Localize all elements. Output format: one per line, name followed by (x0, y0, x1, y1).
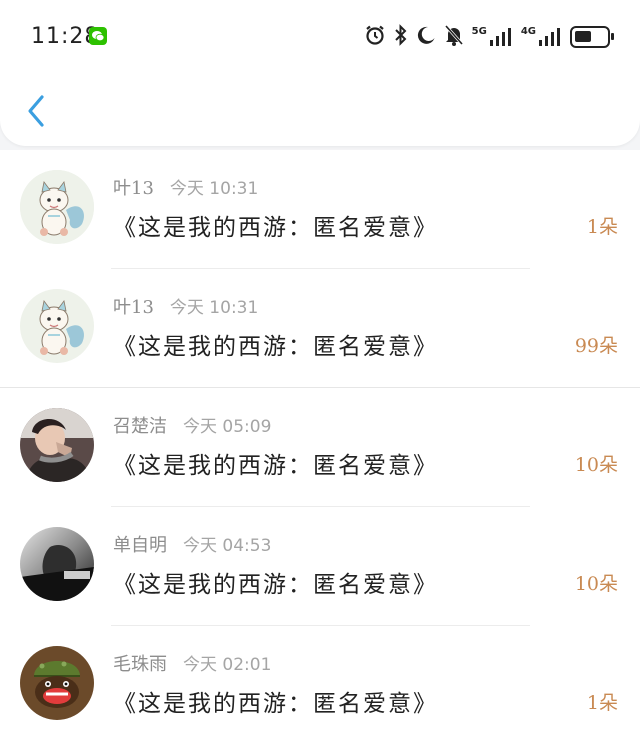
top-header-card: 11:28 5G 4G (0, 0, 640, 146)
sender-name: 单自明 (113, 535, 167, 556)
network-4g-label: 4G (520, 26, 536, 37)
sender-line: 单自明 今天 04:53 (113, 531, 271, 557)
bluetooth-icon (394, 24, 408, 50)
gift-row[interactable]: 叶13 今天 10:31 《这是我的西游：匿名爱意》 1朵 (0, 150, 640, 269)
sent-time: 今天 04:53 (183, 536, 272, 556)
sent-time: 今天 10:31 (169, 179, 259, 199)
network-5g-label: 5G (471, 26, 487, 37)
book-title: 《这是我的西游：匿名爱意》 (113, 691, 438, 717)
person-photo-avatar-icon (20, 408, 94, 482)
flower-count: 1朵 (586, 692, 618, 714)
sender-name: 叶13 (113, 297, 154, 318)
grayscale-photo-avatar-icon (20, 527, 94, 601)
back-button[interactable] (22, 94, 52, 128)
mute-bell-icon (444, 24, 464, 50)
signal-5g-icon: 5G (472, 27, 513, 47)
sender-avatar[interactable] (20, 527, 94, 601)
sent-time: 今天 05:09 (183, 417, 272, 437)
status-icons: 5G 4G (364, 24, 614, 50)
chevron-left-icon (28, 95, 44, 127)
flower-count: 10朵 (574, 573, 618, 595)
book-title: 《这是我的西游：匿名爱意》 (113, 572, 438, 598)
gift-row[interactable]: 召楚洁 今天 05:09 《这是我的西游：匿名爱意》 10朵 (0, 388, 640, 507)
sender-avatar[interactable] (20, 170, 94, 244)
book-title: 《这是我的西游：匿名爱意》 (113, 215, 438, 241)
flower-count: 1朵 (586, 216, 618, 238)
sender-name: 叶13 (113, 178, 154, 199)
book-title: 《这是我的西游：匿名爱意》 (113, 453, 438, 479)
sender-avatar[interactable] (20, 646, 94, 720)
screen: 11:28 5G 4G 叶13 今天 10:31 《这是我的西游：匿名爱意》 1… (0, 0, 640, 744)
alarm-icon (364, 24, 386, 50)
sender-avatar[interactable] (20, 289, 94, 363)
book-title: 《这是我的西游：匿名爱意》 (113, 334, 438, 360)
cartoon-monkey-avatar-icon (20, 646, 94, 720)
cartoon-tiger-avatar-icon (20, 289, 94, 363)
sender-line: 叶13 今天 10:31 (113, 293, 258, 319)
flower-count: 10朵 (574, 454, 618, 476)
sender-name: 召楚洁 (113, 416, 167, 437)
signal-4g-icon: 4G (521, 27, 562, 47)
sender-line: 毛珠雨 今天 02:01 (113, 650, 271, 676)
moon-icon (416, 25, 436, 49)
battery-icon (570, 26, 614, 48)
sender-line: 召楚洁 今天 05:09 (113, 412, 271, 438)
wechat-notification-icon (89, 27, 107, 45)
status-bar: 11:28 5G 4G (0, 0, 640, 74)
flower-count: 99朵 (574, 335, 618, 357)
cartoon-tiger-avatar-icon (20, 170, 94, 244)
sender-avatar[interactable] (20, 408, 94, 482)
gift-row[interactable]: 毛珠雨 今天 02:01 《这是我的西游：匿名爱意》 1朵 (0, 626, 640, 744)
sender-name: 毛珠雨 (113, 654, 167, 675)
gift-list: 叶13 今天 10:31 《这是我的西游：匿名爱意》 1朵 叶13 今天 10:… (0, 150, 640, 744)
sent-time: 今天 02:01 (183, 655, 272, 675)
gift-row[interactable]: 单自明 今天 04:53 《这是我的西游：匿名爱意》 10朵 (0, 507, 640, 626)
sender-line: 叶13 今天 10:31 (113, 174, 258, 200)
sent-time: 今天 10:31 (169, 298, 259, 318)
gift-row[interactable]: 叶13 今天 10:31 《这是我的西游：匿名爱意》 99朵 (0, 269, 640, 388)
